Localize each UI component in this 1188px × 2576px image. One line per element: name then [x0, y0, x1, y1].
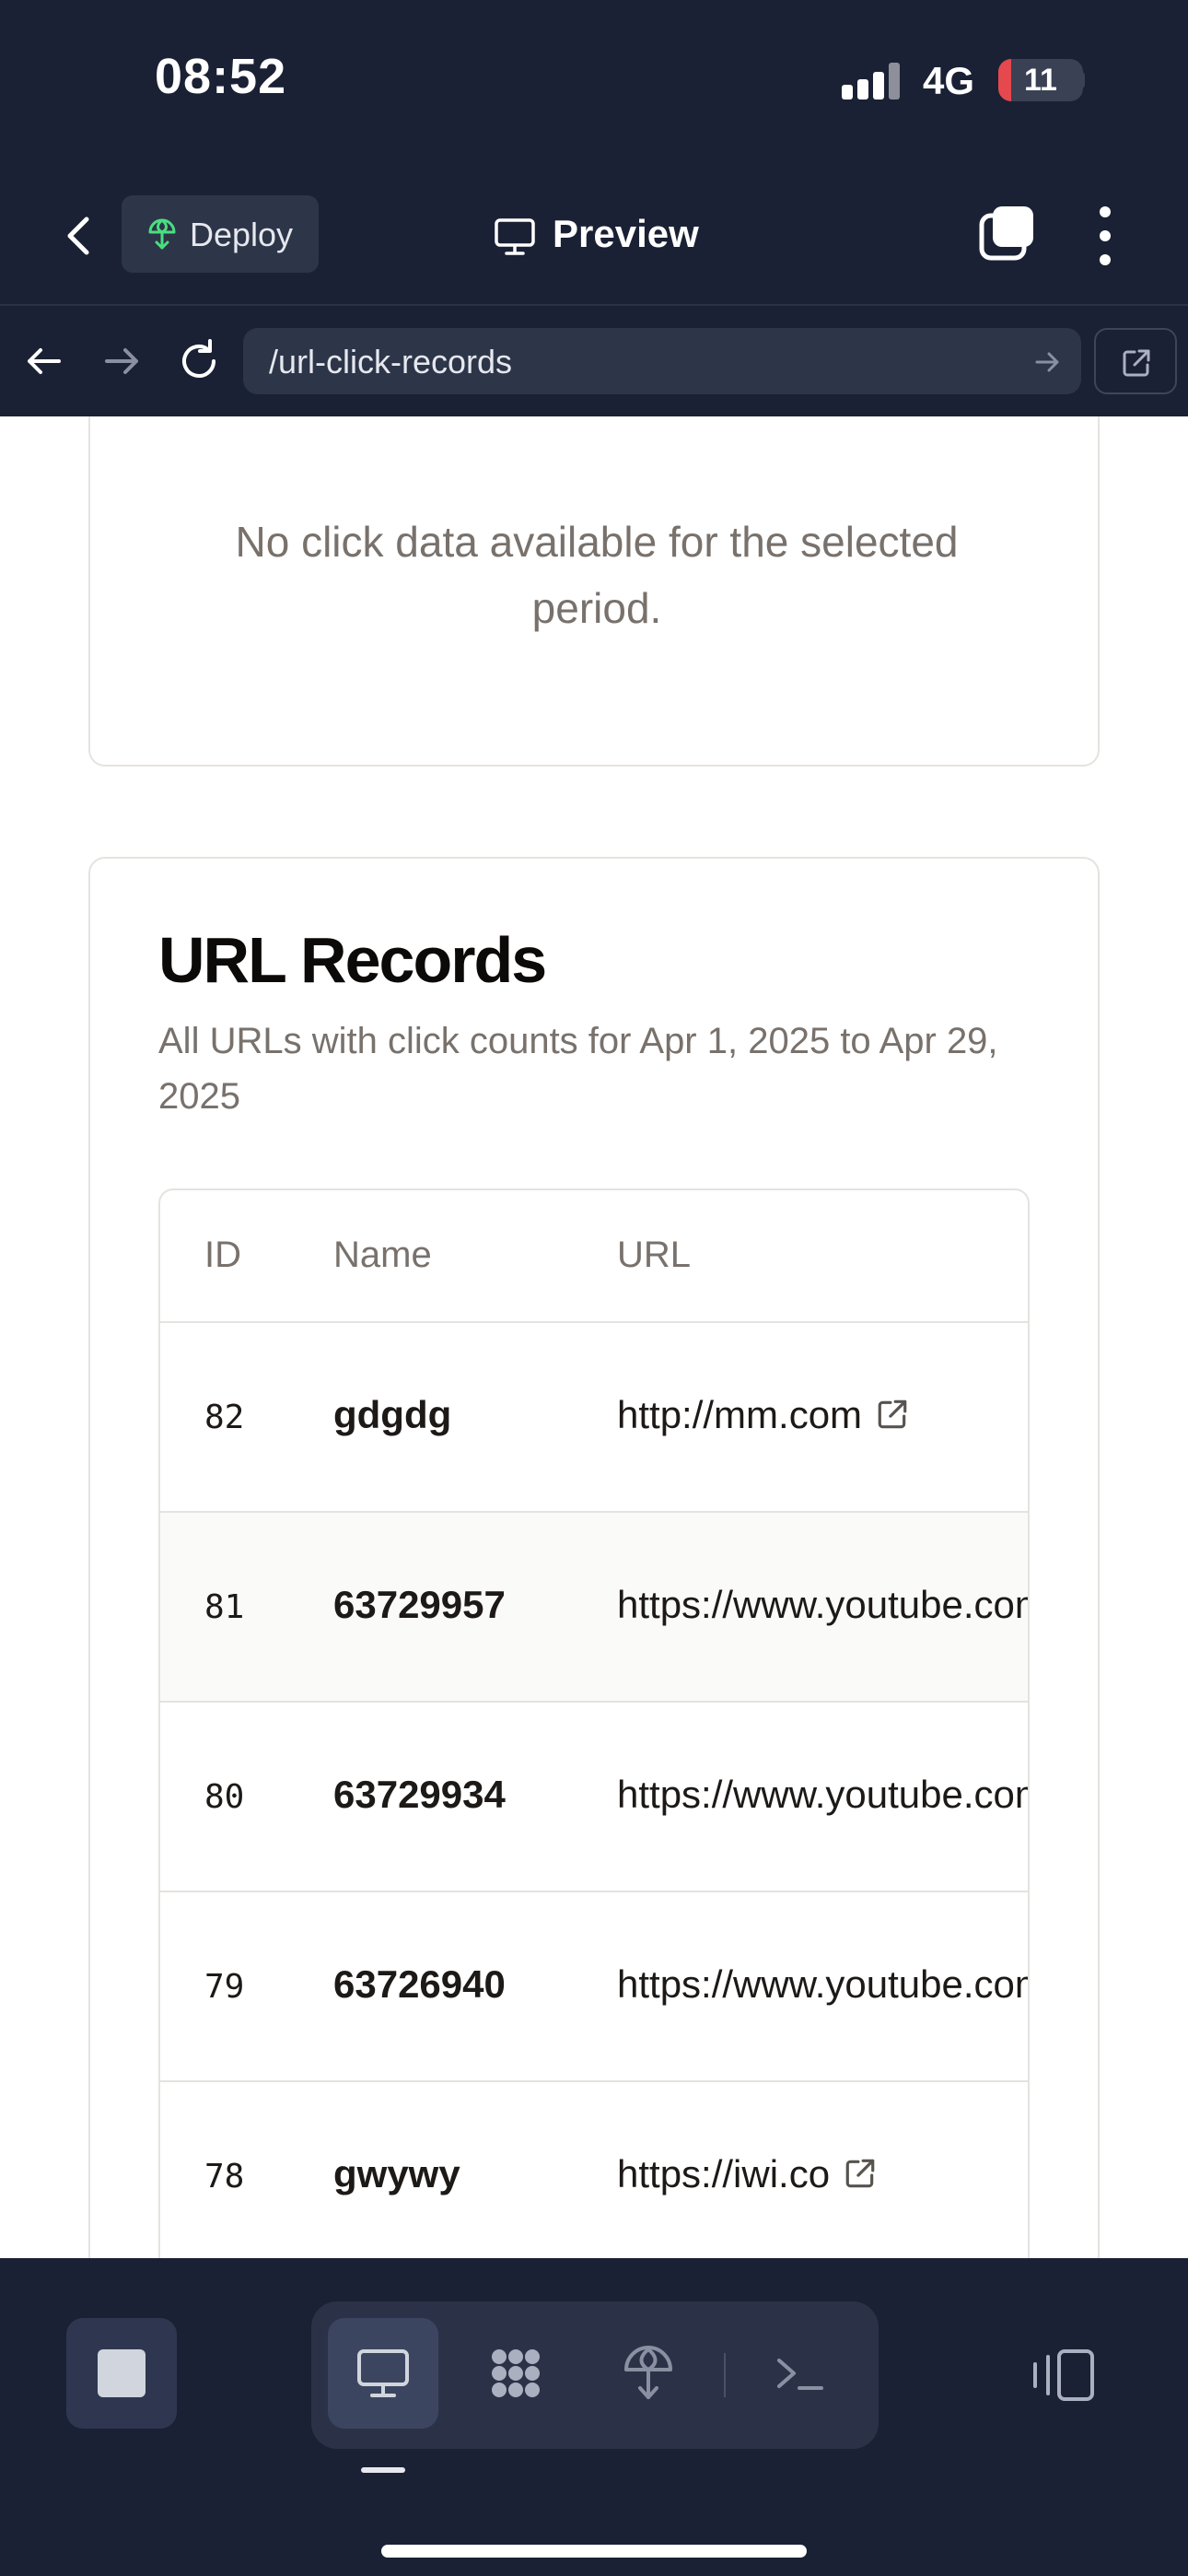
open-external-button[interactable]: [1094, 328, 1177, 394]
record-url: http://mm.com: [617, 1393, 863, 1436]
record-name: gwywy: [333, 2152, 460, 2195]
record-url-link[interactable]: https://iwi.co: [617, 2152, 878, 2196]
table-row[interactable]: 81 63729957 https://www.youtube.com: [160, 1513, 1030, 1703]
url-input[interactable]: /url-click-records: [243, 328, 1081, 394]
preview-label: Preview: [553, 212, 699, 255]
url-records-card: URL Records All URLs with click counts f…: [88, 857, 1100, 2258]
status-time: 08:52: [155, 49, 287, 104]
monitor-icon: [495, 218, 535, 255]
chevron-left-icon: [67, 217, 89, 255]
record-url-link[interactable]: https://www.youtube.com: [617, 1962, 1030, 2007]
battery-tip: [1079, 72, 1085, 88]
home-indicator: [381, 2545, 807, 2558]
records-table: ID Name URL 82 gdgdg http://mm.com 81 63…: [158, 1188, 1030, 2258]
signal-icon: [842, 63, 903, 100]
deploy-icon: [148, 218, 176, 250]
record-id: 82: [204, 1399, 245, 1436]
back-button[interactable]: [52, 206, 107, 265]
record-name: 63729957: [333, 1583, 506, 1626]
deploy-tab[interactable]: [593, 2318, 704, 2429]
terminal-icon: [777, 2359, 823, 2390]
record-url: https://www.youtube.com: [617, 1583, 1030, 1626]
record-name: gdgdg: [333, 1393, 452, 1436]
external-link-icon: [878, 1399, 907, 1429]
more-options-button[interactable]: [1087, 203, 1124, 269]
click-chart-card: No click data available for the selected…: [88, 416, 1100, 767]
bottom-toolbar: [0, 2259, 1188, 2576]
column-header-url: URL: [617, 1235, 692, 1275]
column-header-name: Name: [333, 1235, 432, 1275]
record-url-link[interactable]: https://www.youtube.com: [617, 1583, 1030, 1627]
stop-icon: [98, 2349, 146, 2397]
page-content: No click data available for the selected…: [0, 416, 1188, 2258]
record-id: 78: [204, 2158, 245, 2195]
monitor-icon: [357, 2349, 409, 2397]
record-url: https://www.youtube.com: [617, 1773, 1030, 1816]
forward-arrow-icon[interactable]: [96, 335, 147, 387]
panel-icon: [1033, 2349, 1094, 2401]
card-title: URL Records: [158, 924, 547, 996]
record-url: https://www.youtube.com: [617, 1962, 1030, 2006]
battery-level: 11: [1024, 63, 1057, 98]
more-vertical-icon: [1100, 206, 1111, 265]
refresh-icon[interactable]: [173, 335, 225, 387]
tabs-button[interactable]: [978, 203, 1037, 262]
table-row[interactable]: 82 gdgdg http://mm.com: [160, 1323, 1028, 1513]
record-url: https://iwi.co: [617, 2152, 831, 2195]
deploy-icon: [624, 2346, 672, 2399]
network-type: 4G: [923, 59, 975, 102]
battery-icon: 11: [998, 59, 1083, 101]
record-name: 63726940: [333, 1962, 506, 2006]
record-id: 81: [204, 1588, 245, 1626]
deploy-label: Deploy: [190, 216, 294, 253]
grid-blocks-icon: [492, 2349, 540, 2397]
browser-bar: /url-click-records: [0, 308, 1188, 416]
url-text: /url-click-records: [269, 343, 513, 381]
table-row[interactable]: 78 gwywy https://iwi.co: [160, 2082, 1028, 2258]
external-link-icon: [1123, 349, 1150, 377]
record-id: 79: [204, 1968, 245, 2006]
status-bar: 08:52 4G 11: [0, 0, 1188, 166]
card-description: All URLs with click counts for Apr 1, 20…: [158, 1021, 998, 1117]
app-header: Deploy Preview: [0, 166, 1188, 306]
active-tab-indicator: [361, 2467, 405, 2473]
deploy-button[interactable]: Deploy: [122, 195, 319, 273]
record-id: 80: [204, 1778, 245, 1816]
toggle-panel-button[interactable]: [1031, 2346, 1098, 2405]
table-row[interactable]: 79 63726940 https://www.youtube.com: [160, 1892, 1030, 2082]
view-switcher: [311, 2301, 879, 2449]
record-url-link[interactable]: https://www.youtube.com: [617, 1773, 1030, 1817]
table-row[interactable]: 80 63729934 https://www.youtube.com: [160, 1703, 1030, 1892]
canvas-tab[interactable]: [460, 2318, 571, 2429]
empty-state-message: No click data available for the selected…: [235, 518, 959, 632]
tabs-icon: [979, 206, 1033, 261]
table-header: ID Name URL: [160, 1190, 1028, 1323]
record-name: 63729934: [333, 1773, 506, 1816]
go-arrow-icon[interactable]: [1031, 346, 1063, 378]
record-url-link[interactable]: http://mm.com: [617, 1393, 910, 1437]
preview-tab[interactable]: [328, 2318, 438, 2429]
external-link-icon: [845, 2159, 875, 2188]
column-header-id: ID: [204, 1235, 241, 1275]
toolbar-divider: [724, 2353, 726, 2397]
console-tab[interactable]: [744, 2318, 855, 2429]
back-arrow-icon[interactable]: [18, 335, 70, 387]
stop-button[interactable]: [66, 2318, 177, 2429]
